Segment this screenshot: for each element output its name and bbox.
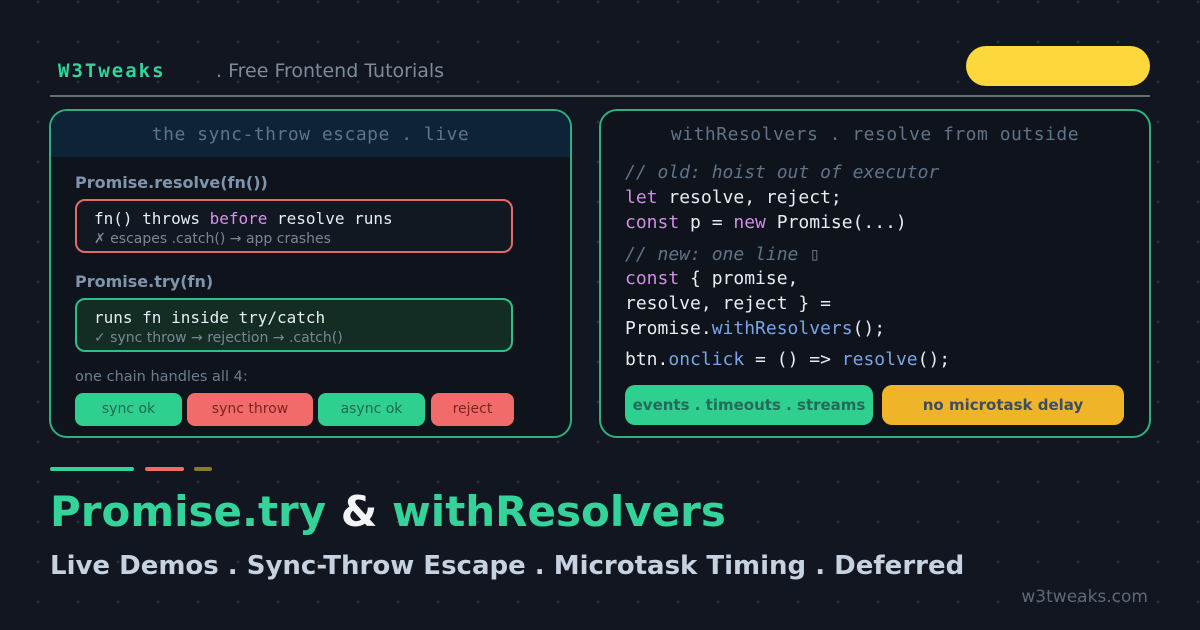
chip-async-ok[interactable]: async ok — [318, 393, 425, 426]
header-bar: W3Tweaks . Free Frontend Tutorials — [50, 46, 1150, 96]
code-line: const p = new Promise(...) — [625, 212, 907, 233]
site-url[interactable]: w3tweaks.com — [1021, 587, 1148, 607]
sync-throw-panel: the sync-throw escape . live Promise.res… — [49, 109, 572, 438]
chain-label: one chain handles all 4: — [75, 369, 248, 385]
escape-warning-box: fn() throws before resolve runs ✗ escape… — [75, 199, 513, 253]
code-line: resolve, reject } = — [625, 293, 831, 314]
accent-bar-olive — [194, 467, 212, 471]
code-line: const { promise, — [625, 268, 799, 289]
chip-reject[interactable]: reject — [431, 393, 514, 426]
code-comment-old: // old: hoist out of executor — [625, 162, 940, 183]
warning-text: fn() throws before resolve runs — [94, 209, 393, 228]
panel-title: withResolvers . resolve from outside — [670, 124, 1080, 145]
section-label-promise-try: Promise.try(fn) — [75, 272, 214, 291]
header-tagline: . Free Frontend Tutorials — [216, 60, 445, 82]
info-text: runs fn inside try/catch — [94, 308, 326, 327]
panel-title: the sync-throw escape . live — [51, 111, 570, 157]
code-line: let resolve, reject; — [625, 187, 842, 208]
accent-bar-green — [50, 467, 134, 471]
code-comment-new: // new: one line ▯ — [625, 244, 821, 265]
safe-info-box: runs fn inside try/catch ✓ sync throw → … — [75, 298, 513, 352]
with-resolvers-panel: withResolvers . resolve from outside // … — [599, 109, 1151, 438]
brand-logo-text[interactable]: W3Tweaks — [58, 60, 166, 82]
header-divider — [50, 95, 1150, 97]
section-label-promise-resolve: Promise.resolve(fn()) — [75, 173, 268, 192]
hero-title: Promise.try & withResolvers — [50, 487, 726, 536]
code-line: Promise.withResolvers(); — [625, 318, 886, 339]
use-cases-button[interactable]: events . timeouts . streams — [625, 385, 873, 425]
info-subtext: ✓ sync throw → rejection → .catch() — [94, 330, 343, 346]
chip-sync-ok[interactable]: sync ok — [75, 393, 182, 426]
accent-bar-red — [145, 467, 184, 471]
header-pill-button[interactable] — [966, 46, 1150, 86]
chip-sync-throw[interactable]: sync throw — [187, 393, 313, 426]
warning-subtext: ✗ escapes .catch() → app crashes — [94, 231, 331, 247]
no-delay-button[interactable]: no microtask delay — [882, 385, 1124, 425]
hero-subtitle: Live Demos . Sync-Throw Escape . Microta… — [50, 551, 965, 581]
code-line: btn.onclick = () => resolve(); — [625, 349, 951, 370]
